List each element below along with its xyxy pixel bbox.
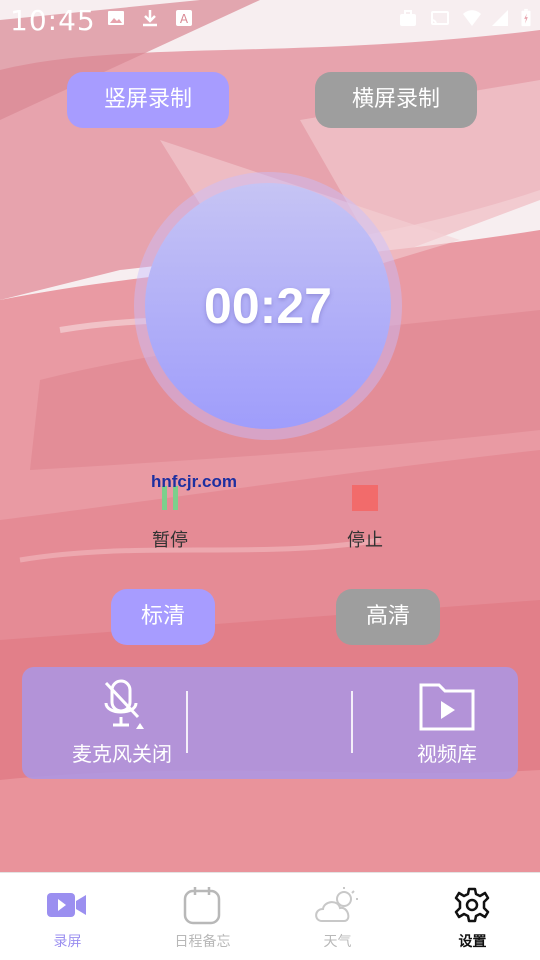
weather-icon [315,887,358,922]
image-icon [108,11,124,25]
video-library-button[interactable]: 视频库 [392,677,502,767]
nav-label-settings: 设置 [458,934,487,950]
wifi-icon [463,10,481,26]
calendar-icon [183,887,221,925]
video-camera-icon [47,893,86,917]
nav-item-schedule[interactable]: 日程备忘 [135,873,270,960]
panel-divider-left [186,691,188,753]
stop-button[interactable]: 停止 [320,484,410,552]
stop-icon [352,485,378,511]
nav-item-settings[interactable]: 设置 [405,873,540,960]
portrait-record-button[interactable]: 竖屏录制 [67,72,229,128]
video-folder-icon [419,683,475,731]
bottom-navigation: 录屏 日程备忘 天气 设置 [0,872,540,960]
briefcase-icon [400,10,416,26]
nav-item-record[interactable]: 录屏 [0,873,135,960]
svg-text:A: A [180,12,189,26]
mic-label: 麦克风关闭 [72,742,172,766]
panel-divider-right [351,691,353,753]
timer-text: 00:27 [204,278,332,334]
status-time: 10:45 [10,4,96,37]
tools-panel: 麦克风关闭 视频库 [22,667,518,779]
nav-label-schedule: 日程备忘 [174,934,231,950]
battery-charging-icon [521,8,531,27]
pause-label: 暂停 [152,530,188,551]
cast-icon [431,11,449,25]
nav-label-weather: 天气 [323,934,352,950]
signal-icon [492,10,508,26]
mic-off-icon [104,679,144,729]
nav-item-weather[interactable]: 天气 [270,873,405,960]
hd-quality-button[interactable]: 高清 [336,589,440,645]
library-label: 视频库 [417,742,477,766]
nav-label-record: 录屏 [53,934,82,950]
download-icon [143,10,157,27]
pause-button[interactable]: 暂停 [125,484,215,552]
standard-quality-button[interactable]: 标清 [111,589,215,645]
watermark: hnfcjr.com [151,472,237,491]
status-bar: 10:45 A [0,0,540,44]
stop-label: 停止 [347,530,383,551]
gear-icon [454,887,490,923]
a-notification-icon: A [176,10,192,26]
mic-toggle-button[interactable]: 麦克风关闭 [42,677,202,767]
recording-timer: 00:27 [145,183,391,429]
landscape-record-button[interactable]: 横屏录制 [315,72,477,128]
